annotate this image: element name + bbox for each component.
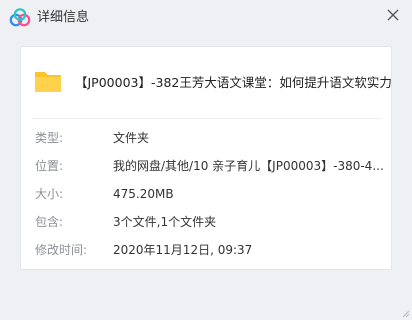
size-label: 大小: bbox=[35, 187, 64, 201]
detail-row-contains: 包含: 3个文件,1个文件夹 bbox=[21, 213, 391, 231]
type-value: 文件夹 bbox=[113, 131, 150, 145]
detail-row-size: 大小: 475.20MB bbox=[21, 185, 391, 203]
dialog-title: 详细信息 bbox=[37, 10, 90, 25]
baidu-netdisk-logo-icon bbox=[9, 8, 31, 27]
resize-grip-icon[interactable] bbox=[400, 308, 410, 318]
contains-value: 3个文件,1个文件夹 bbox=[113, 215, 217, 229]
details-panel: 【JP00003】-382王芳大语文课堂：如何提升语文软实力 类型: 文件夹 位… bbox=[20, 46, 392, 270]
location-value[interactable]: 我的网盘/其他/10 亲子育儿【JP00003】-380-4... bbox=[113, 157, 383, 175]
location-label: 位置: bbox=[35, 159, 64, 173]
type-label: 类型: bbox=[35, 131, 64, 145]
contains-label: 包含: bbox=[35, 215, 64, 229]
detail-row-type: 类型: 文件夹 bbox=[21, 129, 391, 147]
close-icon[interactable] bbox=[383, 5, 403, 25]
size-value: 475.20MB bbox=[113, 187, 174, 201]
file-name: 【JP00003】-382王芳大语文课堂：如何提升语文软实力 bbox=[75, 75, 392, 90]
detail-row-location: 位置: 我的网盘/其他/10 亲子育儿【JP00003】-380-4... bbox=[21, 157, 391, 175]
details-dialog: 详细信息 【JP00003】-382王芳大语文课堂：如何提升语文软实力 类型: … bbox=[0, 0, 412, 320]
divider bbox=[33, 118, 381, 119]
modified-value: 2020年11月12日, 09:37 bbox=[113, 243, 253, 257]
folder-icon bbox=[35, 72, 61, 92]
title-bar: 详细信息 bbox=[0, 0, 412, 36]
detail-row-modified: 修改时间: 2020年11月12日, 09:37 bbox=[21, 241, 391, 259]
modified-label: 修改时间: bbox=[35, 243, 88, 257]
